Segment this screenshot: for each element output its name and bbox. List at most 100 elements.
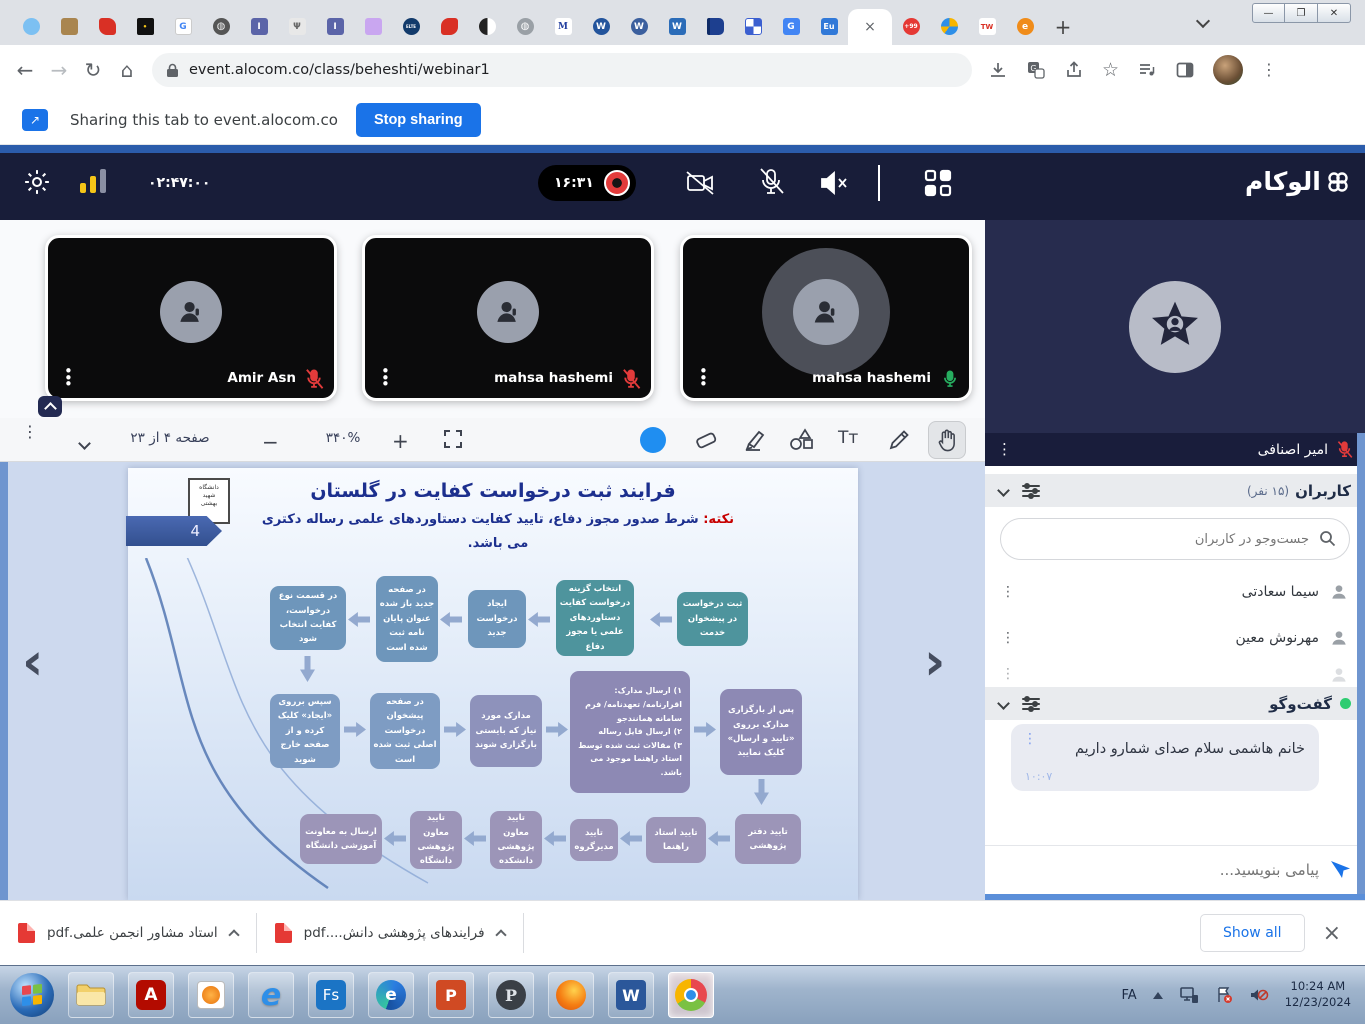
download-menu-chevron-icon[interactable] xyxy=(495,929,506,940)
next-page-chevron-icon[interactable]: › xyxy=(924,636,945,688)
user-list-item[interactable]: سیما سعادتی ⋮ xyxy=(985,570,1365,614)
fullscreen-icon[interactable] xyxy=(442,428,464,450)
presenter-video[interactable] xyxy=(985,220,1365,433)
pinned-tab-swirl[interactable] xyxy=(930,10,968,44)
collapse-videos-button[interactable] xyxy=(38,396,62,417)
user-search-input[interactable] xyxy=(1000,518,1350,560)
network-icon[interactable] xyxy=(1179,986,1199,1004)
pinned-tab-tw[interactable]: TW xyxy=(968,10,1006,44)
users-collapse-chevron-icon[interactable] xyxy=(997,484,1010,497)
pinned-tab-wordpress1[interactable]: W xyxy=(582,10,620,44)
user-list-item-partial[interactable]: ⋮ xyxy=(985,662,1365,687)
pinned-tab-globe[interactable]: ◍ xyxy=(202,10,240,44)
pinned-tab-translate2[interactable]: G xyxy=(772,10,810,44)
reload-icon[interactable]: ↻ xyxy=(76,58,110,82)
pinned-tab-cloud[interactable] xyxy=(12,10,50,44)
presenter-menu-kebab-icon[interactable]: ⋮ xyxy=(997,446,1012,453)
pinned-tab-red-logo[interactable] xyxy=(88,10,126,44)
new-tab-button[interactable]: + xyxy=(1044,10,1082,44)
download-item[interactable]: فرایندهای پژوهشی دانش....pdf xyxy=(257,901,523,965)
tray-expand-icon[interactable] xyxy=(1153,992,1163,999)
zoom-out-icon[interactable]: − xyxy=(262,430,279,454)
download-menu-chevron-icon[interactable] xyxy=(228,929,239,940)
pinned-tab-elte[interactable]: ELTE xyxy=(392,10,430,44)
record-icon[interactable] xyxy=(604,170,630,196)
settings-gear-icon[interactable] xyxy=(22,167,52,197)
internet-explorer-icon[interactable]: e xyxy=(248,972,294,1018)
pinned-tab-camera[interactable]: • xyxy=(126,10,164,44)
users-filter-icon[interactable] xyxy=(1022,485,1040,497)
pinned-tab-doc-i[interactable]: I xyxy=(240,10,278,44)
page-select-chevron-icon[interactable] xyxy=(80,433,89,452)
pinned-tab-badge99[interactable]: +99 xyxy=(892,10,930,44)
close-tab-icon[interactable]: × xyxy=(864,19,876,35)
mic-off-icon[interactable] xyxy=(757,167,785,197)
side-panel-icon[interactable] xyxy=(1175,60,1195,80)
chat-collapse-chevron-icon[interactable] xyxy=(997,697,1010,710)
browser-menu-kebab-icon[interactable]: ⋮ xyxy=(1261,66,1277,74)
layout-grid-icon[interactable] xyxy=(922,167,954,199)
recording-pill[interactable]: ۱۶:۳۱ xyxy=(538,165,636,201)
pencil-icon[interactable] xyxy=(886,427,912,453)
pinned-tab-doc-i2[interactable]: I xyxy=(316,10,354,44)
pinned-tab-translate[interactable]: G xyxy=(164,10,202,44)
chat-section-header[interactable]: گفت‌وگو xyxy=(985,687,1365,720)
firefox-icon[interactable] xyxy=(548,972,594,1018)
pinned-tab-wordpress3[interactable]: W xyxy=(658,10,696,44)
message-menu-kebab-icon[interactable]: ⋮ xyxy=(1023,736,1037,743)
home-icon[interactable]: ⌂ xyxy=(110,58,144,82)
page-indicator[interactable]: صفحه ۴ از ۲۳ xyxy=(100,430,240,446)
eraser-icon[interactable] xyxy=(693,427,719,453)
chrome-icon-active[interactable] xyxy=(668,972,714,1018)
action-center-flag-icon[interactable] xyxy=(1215,986,1233,1004)
pinned-tab-m[interactable]: M xyxy=(544,10,582,44)
user-menu-kebab-icon[interactable]: ⋮ xyxy=(1001,671,1015,678)
camera-off-icon[interactable] xyxy=(685,169,715,197)
pdf-menu-kebab-icon[interactable]: ⋮ xyxy=(22,428,38,436)
close-window-button[interactable]: ✕ xyxy=(1318,3,1351,23)
video-tile[interactable]: ••• mahsa hashemi xyxy=(362,235,654,401)
tile-menu-kebab-icon[interactable]: ••• xyxy=(381,368,390,388)
tile-menu-kebab-icon[interactable]: ••• xyxy=(64,368,73,388)
p-dark-app-icon[interactable]: P xyxy=(488,972,534,1018)
start-button[interactable] xyxy=(10,973,54,1017)
pinned-tab-stamp[interactable] xyxy=(50,10,88,44)
users-section-header[interactable]: کاربران (۱۵ نفر) xyxy=(985,474,1365,507)
reading-list-icon[interactable] xyxy=(1137,60,1157,80)
pinned-tab-fork[interactable]: Ψ xyxy=(278,10,316,44)
tile-menu-kebab-icon[interactable]: ••• xyxy=(699,368,708,388)
clock[interactable]: 10:24 AM 12/23/2024 xyxy=(1285,979,1351,1010)
word-icon[interactable]: W xyxy=(608,972,654,1018)
file-explorer-icon[interactable] xyxy=(68,972,114,1018)
edge-icon[interactable]: e xyxy=(368,972,414,1018)
fs-app-icon[interactable]: Fs xyxy=(308,972,354,1018)
stop-sharing-button[interactable]: Stop sharing xyxy=(356,103,481,137)
download-icon[interactable] xyxy=(988,60,1008,80)
shapes-icon[interactable] xyxy=(788,427,816,453)
sidebar-scroll-strip[interactable] xyxy=(1357,433,1365,894)
pinned-tab-eu[interactable]: Eu xyxy=(810,10,848,44)
user-menu-kebab-icon[interactable]: ⋮ xyxy=(1001,635,1015,642)
adobe-reader-icon[interactable]: A xyxy=(128,972,174,1018)
user-list-item[interactable]: مهرنوش معین ⋮ xyxy=(985,616,1365,660)
send-icon[interactable] xyxy=(1329,858,1353,882)
bookmark-star-icon[interactable]: ☆ xyxy=(1102,59,1119,81)
chat-filter-icon[interactable] xyxy=(1022,698,1040,710)
video-tile[interactable]: ••• mahsa hashemi xyxy=(680,235,972,401)
video-tile[interactable]: ••• Amir Asn xyxy=(45,235,337,401)
highlighter-icon[interactable] xyxy=(742,427,768,453)
translate-icon[interactable]: G xyxy=(1026,60,1046,80)
speaker-muted-icon[interactable] xyxy=(818,169,850,197)
pinned-tab-avatar[interactable] xyxy=(468,10,506,44)
powerpoint-icon[interactable]: P xyxy=(428,972,474,1018)
pinned-tab-wordpress2[interactable]: W xyxy=(620,10,658,44)
pinned-tab-globe2[interactable]: ◍ xyxy=(506,10,544,44)
speaker-blocked-icon[interactable] xyxy=(1249,986,1269,1004)
color-picker-button[interactable] xyxy=(640,427,666,453)
download-item[interactable]: استاد مشاور انجمن علمی.pdf xyxy=(0,901,256,965)
pinned-tab-red-logo2[interactable] xyxy=(430,10,468,44)
prev-page-chevron-icon[interactable]: ‹ xyxy=(22,636,43,688)
close-downloads-bar-icon[interactable]: × xyxy=(1323,921,1341,946)
profile-avatar[interactable] xyxy=(1213,55,1243,85)
restore-button[interactable]: ❐ xyxy=(1285,3,1318,23)
